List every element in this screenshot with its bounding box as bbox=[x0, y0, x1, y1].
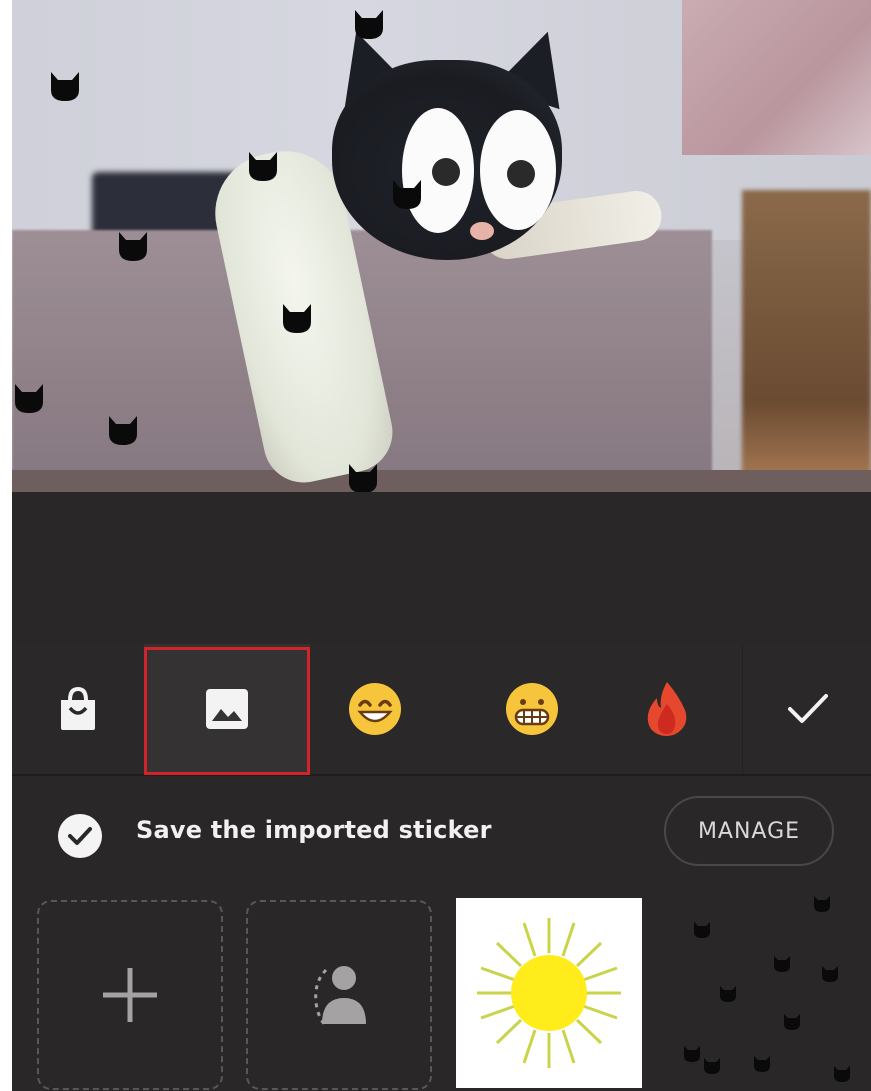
sticker-grid bbox=[12, 886, 871, 1091]
cats-pattern-sticker-tile[interactable] bbox=[664, 886, 871, 1091]
check-icon bbox=[68, 827, 92, 845]
cat-head-sticker[interactable] bbox=[116, 230, 150, 262]
person-cutout-icon bbox=[314, 966, 366, 1025]
pupil-left bbox=[432, 158, 460, 186]
cat-head-sticker[interactable] bbox=[352, 8, 386, 40]
plus-icon bbox=[103, 968, 157, 1022]
smiling-face-emoji bbox=[349, 683, 401, 735]
cat-head-sticker[interactable] bbox=[106, 414, 140, 446]
save-sticker-label: Save the imported sticker bbox=[136, 816, 492, 844]
add-sticker-tile[interactable] bbox=[37, 900, 223, 1090]
save-sticker-checkbox[interactable] bbox=[58, 814, 102, 858]
sun-sticker-tile[interactable] bbox=[456, 898, 642, 1088]
sticker-editor-screen: Save the imported sticker MANAGE bbox=[12, 0, 871, 1091]
checkmark-icon bbox=[787, 694, 828, 723]
sticker-store-tab[interactable] bbox=[12, 644, 144, 774]
photo-chair bbox=[742, 190, 871, 492]
manage-button[interactable]: MANAGE bbox=[664, 796, 834, 866]
cutout-person-tile[interactable] bbox=[246, 900, 432, 1090]
pupil-right bbox=[507, 160, 535, 188]
cat-head-sticker[interactable] bbox=[390, 178, 424, 210]
photo-canvas[interactable] bbox=[12, 0, 871, 492]
fire-emoji bbox=[647, 682, 687, 736]
cat-silhouettes-icon bbox=[684, 896, 850, 1082]
photo-poster bbox=[682, 0, 871, 155]
done-button[interactable] bbox=[742, 644, 871, 774]
emoji-smile-tab[interactable] bbox=[310, 644, 440, 774]
cat-head-sticker[interactable] bbox=[246, 150, 280, 182]
cat-head-sticker[interactable] bbox=[346, 462, 380, 492]
cat-head-sticker[interactable] bbox=[12, 382, 46, 414]
grimacing-face-emoji bbox=[506, 683, 558, 735]
save-sticker-row: Save the imported sticker MANAGE bbox=[12, 776, 871, 886]
sun-icon bbox=[477, 918, 621, 1068]
shopping-bag-icon bbox=[61, 686, 95, 730]
canvas-bottom-padding bbox=[12, 492, 871, 644]
cat-head-sticker[interactable] bbox=[48, 70, 82, 102]
emoji-grin-tab[interactable] bbox=[467, 644, 597, 774]
selected-tab-highlight bbox=[144, 647, 310, 775]
photo-floor bbox=[12, 470, 871, 492]
sticker-category-toolbar bbox=[12, 644, 871, 776]
cat-head-sticker[interactable] bbox=[280, 302, 314, 334]
emoji-fire-tab[interactable] bbox=[602, 644, 732, 774]
cat-nose bbox=[470, 222, 494, 240]
